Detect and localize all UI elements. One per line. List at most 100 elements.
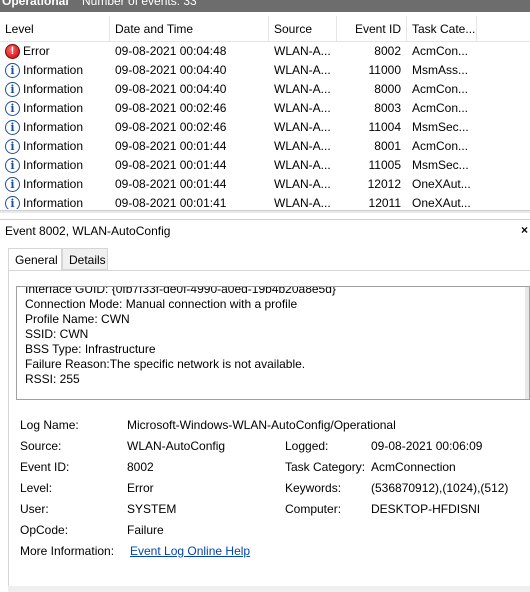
row-task: AcmCon...	[412, 82, 469, 96]
description-line: Failure Reason:The specific network is n…	[25, 357, 306, 371]
row-task: AcmCon...	[412, 44, 469, 58]
row-level: Information	[23, 177, 84, 191]
info-icon: i	[5, 196, 20, 209]
keywords-value: (536870912),(1024),(512)	[371, 481, 509, 495]
row-task: OneXAut...	[412, 196, 471, 209]
column-header-event-id[interactable]: Event ID	[337, 16, 407, 42]
event-description-box[interactable]: Interface GUID: {0fb7f33f-de0f-4990-a0ed…	[16, 286, 530, 400]
detail-horizontal-scrollbar[interactable]	[8, 586, 530, 592]
table-row[interactable]: i Information 09-08-2021 00:01:41 WLAN-A…	[0, 194, 530, 209]
computer-value: DESKTOP-HFDISNI	[371, 502, 481, 516]
row-source: WLAN-A...	[274, 63, 331, 77]
column-header-date-time[interactable]: Date and Time	[110, 16, 269, 42]
table-row[interactable]: i Information 09-08-2021 00:01:44 WLAN-A…	[0, 137, 530, 156]
row-event-id: 8001	[374, 139, 401, 153]
info-icon: i	[5, 139, 20, 154]
row-event-id: 8000	[374, 82, 401, 96]
log-name-value: Microsoft-Windows-WLAN-AutoConfig/Operat…	[127, 418, 396, 432]
source-value: WLAN-AutoConfig	[127, 439, 226, 453]
column-header-level[interactable]: Level	[0, 16, 110, 42]
event-log-online-help-link[interactable]: Event Log Online Help	[130, 544, 250, 558]
row-datetime: 09-08-2021 00:02:46	[115, 120, 227, 134]
row-source: WLAN-A...	[274, 177, 331, 191]
row-task: MsmSec...	[412, 120, 469, 134]
table-row[interactable]: i Information 09-08-2021 00:01:44 WLAN-A…	[0, 156, 530, 175]
row-level: Information	[23, 101, 84, 115]
logged-value: 09-08-2021 00:06:09	[371, 439, 483, 453]
table-row[interactable]: i Information 09-08-2021 00:01:44 WLAN-A…	[0, 175, 530, 194]
user-value: SYSTEM	[127, 502, 177, 516]
row-task: OneXAut...	[412, 177, 471, 191]
tab-details[interactable]: Details	[62, 248, 108, 270]
table-row[interactable]: i Information 09-08-2021 00:04:40 WLAN-A…	[0, 61, 530, 80]
table-row[interactable]: ! Error 09-08-2021 00:04:48 WLAN-A... 80…	[0, 42, 530, 61]
row-task: MsmSec...	[412, 158, 469, 172]
event-list: ! Error 09-08-2021 00:04:48 WLAN-A... 80…	[0, 42, 530, 209]
row-datetime: 09-08-2021 00:04:48	[115, 44, 227, 58]
source-label: Source:	[20, 439, 62, 453]
row-task: AcmCon...	[412, 139, 469, 153]
row-level: Information	[23, 120, 84, 134]
row-datetime: 09-08-2021 00:01:41	[115, 196, 227, 209]
more-information-label: More Information:	[20, 544, 115, 558]
description-scrollbar[interactable]	[525, 287, 529, 399]
keywords-label: Keywords:	[285, 481, 342, 495]
row-level: Information	[23, 63, 84, 77]
tab-general[interactable]: General	[8, 248, 62, 271]
row-event-id: 11005	[368, 158, 401, 172]
event-detail-title: Event 8002, WLAN-AutoConfig	[0, 219, 530, 241]
row-level: Information	[23, 82, 84, 96]
row-datetime: 09-08-2021 00:01:44	[115, 139, 227, 153]
logged-label: Logged:	[285, 439, 329, 453]
row-event-id: 8003	[374, 101, 401, 115]
description-line: RSSI: 255	[25, 372, 80, 386]
row-datetime: 09-08-2021 00:04:40	[115, 82, 227, 96]
close-icon[interactable]: ×	[521, 219, 528, 241]
info-icon: i	[5, 101, 20, 116]
row-event-id: 11000	[368, 63, 401, 77]
description-line: Profile Name: CWN	[25, 312, 130, 326]
level-value: Error	[127, 481, 154, 495]
row-source: WLAN-A...	[274, 120, 331, 134]
user-label: User:	[20, 502, 49, 516]
column-header-source[interactable]: Source	[269, 16, 337, 42]
task-category-label: Task Category:	[285, 460, 366, 474]
row-datetime: 09-08-2021 00:01:44	[115, 177, 227, 191]
row-datetime: 09-08-2021 00:04:40	[115, 63, 227, 77]
event-list-header: Level Date and Time Source Event ID Task…	[0, 16, 530, 42]
row-source: WLAN-A...	[274, 139, 331, 153]
row-source: WLAN-A...	[274, 101, 331, 115]
event-id-label: Event ID:	[20, 460, 70, 474]
log-name-label: Log Name:	[20, 418, 79, 432]
row-event-id: 12012	[367, 177, 401, 191]
row-datetime: 09-08-2021 00:01:44	[115, 158, 227, 172]
info-icon: i	[5, 158, 20, 173]
table-row[interactable]: i Information 09-08-2021 00:02:46 WLAN-A…	[0, 99, 530, 118]
task-category-value: AcmConnection	[371, 460, 456, 474]
log-name-label: Operational	[2, 0, 69, 8]
row-level: Error	[23, 44, 50, 58]
computer-label: Computer:	[285, 502, 342, 516]
splitter[interactable]	[0, 210, 530, 213]
info-icon: i	[5, 120, 20, 135]
log-title-bar: Operational Number of events: 33	[0, 0, 530, 12]
description-line: Connection Mode: Manual connection with …	[25, 297, 298, 311]
table-row[interactable]: i Information 09-08-2021 00:02:46 WLAN-A…	[0, 118, 530, 137]
description-line: Interface GUID: {0fb7f33f-de0f-4990-a0ed…	[25, 286, 336, 296]
row-source: WLAN-A...	[274, 158, 331, 172]
info-icon: i	[5, 63, 20, 78]
row-level: Information	[23, 196, 84, 209]
row-task: AcmCon...	[412, 101, 469, 115]
table-row[interactable]: i Information 09-08-2021 00:04:40 WLAN-A…	[0, 80, 530, 99]
row-event-id: 11004	[368, 120, 401, 134]
description-line: BSS Type: Infrastructure	[25, 342, 156, 356]
event-count-label: Number of events: 33	[82, 0, 197, 8]
error-icon: !	[5, 44, 20, 59]
description-line: SSID: CWN	[25, 327, 89, 341]
opcode-label: OpCode:	[20, 523, 69, 537]
row-source: WLAN-A...	[274, 82, 331, 96]
column-header-task-category[interactable]: Task Cate...	[407, 16, 477, 42]
row-source: WLAN-A...	[274, 196, 331, 209]
event-id-value: 8002	[127, 460, 154, 474]
row-event-id: 8002	[374, 44, 401, 58]
